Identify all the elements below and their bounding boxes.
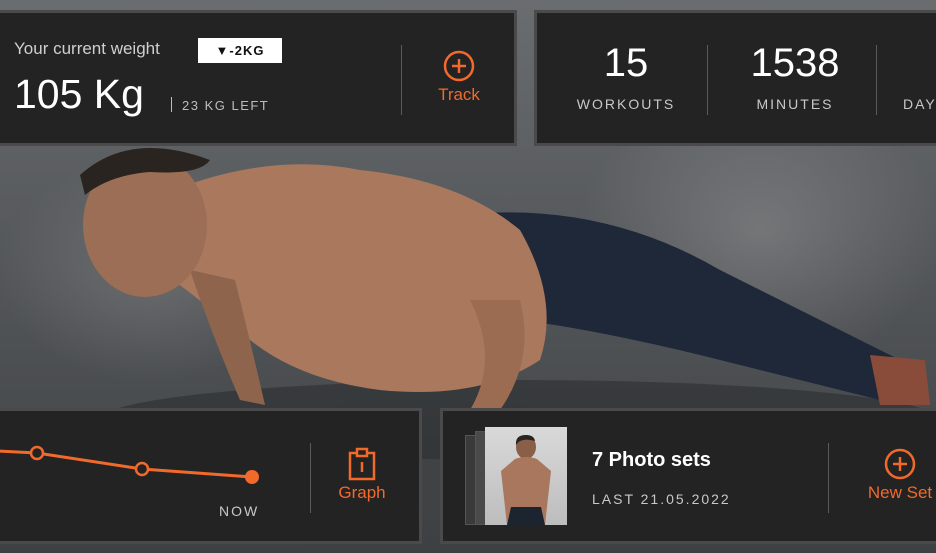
graph-label: Graph — [338, 483, 386, 502]
stat-label: MINUTES — [756, 96, 834, 112]
weight-value: 105 Kg — [14, 71, 144, 117]
photo-thumbnail-stack[interactable] — [465, 427, 569, 527]
divider — [707, 45, 708, 115]
stat-minutes: 1538 MINUTES — [720, 41, 870, 112]
plus-circle-icon — [884, 448, 916, 480]
stat-label: WORKOUTS — [576, 96, 676, 112]
stat-value: 15 — [603, 41, 649, 85]
stat-workouts: 15 WORKOUTS — [551, 41, 701, 112]
weight-remaining: 23 KG LEFT — [171, 97, 269, 113]
stat-days: DAY — [889, 41, 936, 112]
weight-change-badge: ▼-2KG — [198, 38, 282, 63]
weight-graph-card: NOW Graph — [0, 408, 422, 544]
track-button[interactable]: Track — [417, 49, 501, 105]
photo-thumbnail — [485, 427, 567, 525]
weight-label: Your current weight — [14, 39, 160, 58]
stats-card: 15 WORKOUTS 1538 MINUTES DAY — [534, 10, 936, 146]
track-label: Track — [438, 85, 480, 104]
now-label: NOW — [219, 503, 260, 519]
trend-point-now — [245, 470, 259, 484]
new-set-button[interactable]: New Set — [855, 447, 936, 503]
weight-card: Your current weight ▼-2KG 105 Kg 23 KG L… — [0, 10, 517, 146]
weight-trend-chart — [0, 445, 259, 484]
clipboard-icon — [348, 447, 376, 481]
plus-circle-icon — [443, 50, 475, 82]
athlete-photo-icon — [501, 435, 551, 525]
photo-sets-title: 7 Photo sets — [592, 449, 711, 471]
stat-value: 1538 — [750, 41, 840, 85]
stat-value — [903, 41, 936, 86]
stat-label: DAY — [903, 96, 936, 112]
divider — [401, 45, 402, 115]
divider — [828, 443, 829, 513]
new-set-label: New Set — [867, 483, 933, 502]
photo-sets-last-date: LAST 21.05.2022 — [592, 491, 731, 507]
photo-sets-card: 7 Photo sets LAST 21.05.2022 New Set — [440, 408, 936, 544]
trend-point — [29, 445, 45, 461]
divider — [310, 443, 311, 513]
divider — [876, 45, 877, 115]
trend-point — [134, 461, 150, 477]
graph-button[interactable]: Graph — [327, 447, 397, 503]
